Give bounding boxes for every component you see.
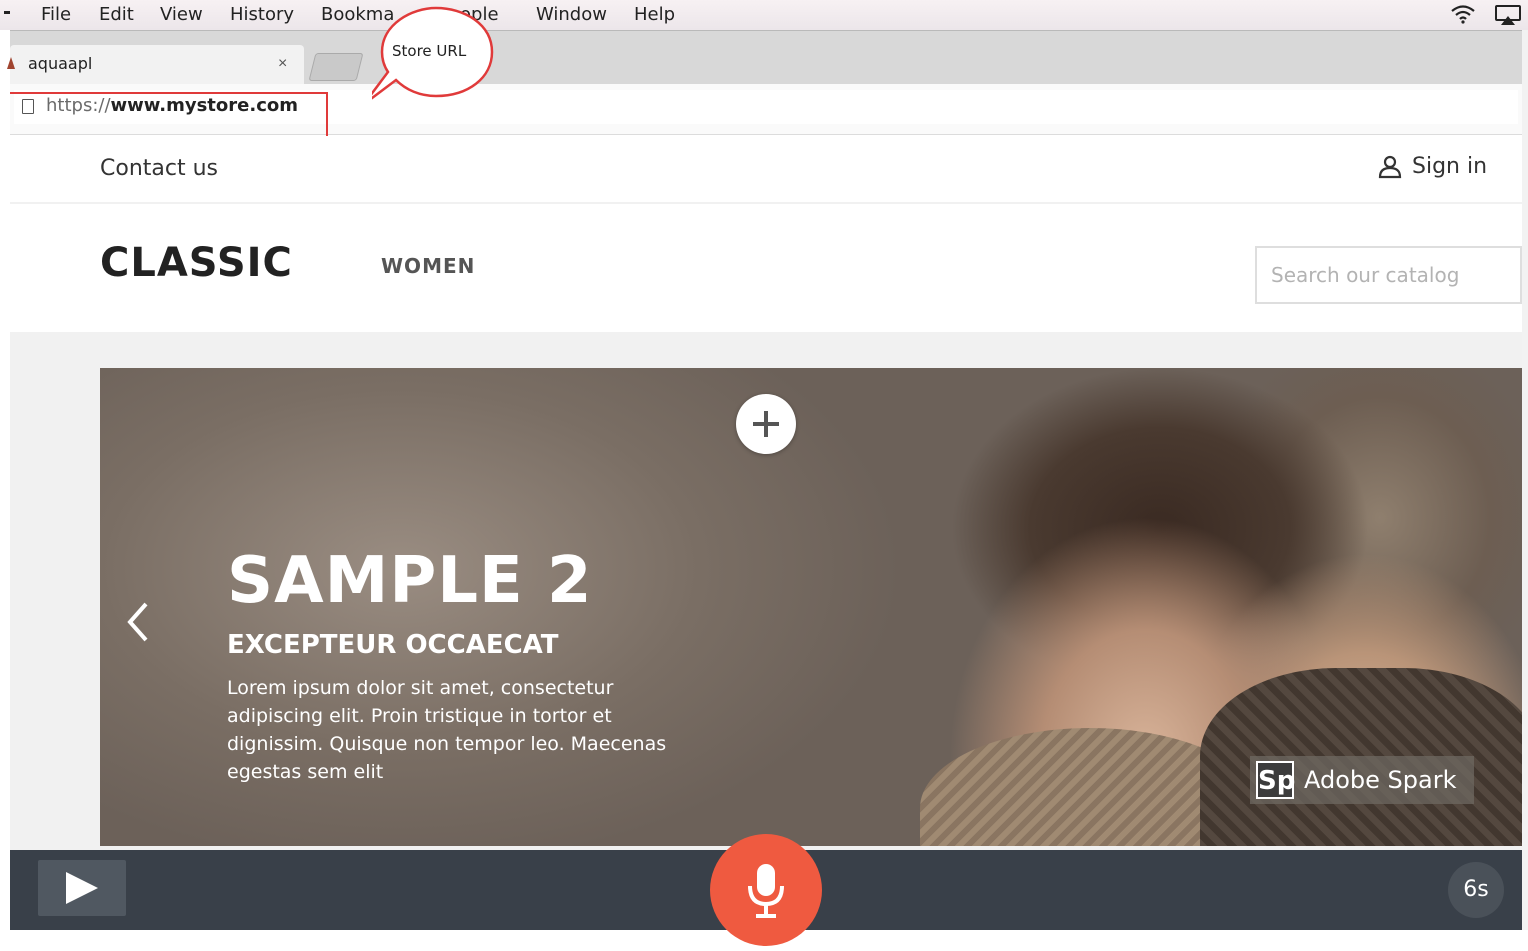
- menu-item-edit[interactable]: Edit: [99, 4, 134, 25]
- play-button[interactable]: [38, 860, 126, 916]
- adobe-spark-watermark: Sp Adobe Spark: [1250, 756, 1474, 804]
- tab-close-icon[interactable]: ×: [278, 55, 287, 73]
- microphone-icon: [748, 864, 784, 918]
- microphone-button[interactable]: [710, 834, 822, 946]
- slide-body-text: Lorem ipsum dolor sit amet, consectetur …: [227, 677, 667, 783]
- tab-active[interactable]: aquaapl ×: [7, 45, 304, 85]
- timer-badge: 6s: [1448, 862, 1504, 918]
- play-icon: [66, 872, 98, 904]
- left-margin: [0, 30, 10, 930]
- right-margin: [1522, 30, 1528, 930]
- nav-women[interactable]: WOMEN: [381, 254, 475, 278]
- favicon-icon: [6, 56, 16, 70]
- tab-title: aquaapl: [28, 54, 93, 73]
- wifi-icon[interactable]: [1450, 4, 1476, 29]
- menu-item-history[interactable]: History: [230, 4, 294, 25]
- menu-item-window[interactable]: Window: [536, 4, 607, 25]
- sign-in-link[interactable]: Sign in: [1378, 154, 1487, 179]
- contact-us-link[interactable]: Contact us: [100, 156, 218, 181]
- tab-strip: aquaapl ×: [7, 30, 1522, 85]
- slide-subtitle: EXCEPTEUR OCCAECAT: [227, 630, 559, 660]
- airplay-icon[interactable]: [1494, 4, 1522, 31]
- menu-item-file[interactable]: File: [41, 4, 71, 25]
- menu-item-help[interactable]: Help: [634, 4, 675, 25]
- search-input[interactable]: [1255, 246, 1522, 304]
- menu-item-view[interactable]: View: [160, 4, 203, 25]
- adobe-spark-text: Adobe Spark: [1304, 766, 1457, 794]
- plus-icon[interactable]: [736, 394, 796, 454]
- adobe-spark-logo: Sp: [1256, 761, 1295, 799]
- store-logo[interactable]: CLASSIC: [100, 240, 293, 286]
- url-highlight-box: [10, 92, 328, 140]
- slide-title: SAMPLE 2: [227, 544, 593, 618]
- top-nav-bar: [10, 136, 1506, 202]
- menu-bar: File Edit View History Bookma ople Windo…: [0, 0, 1528, 30]
- new-tab-button[interactable]: [308, 53, 364, 81]
- chevron-left-icon[interactable]: [122, 600, 152, 644]
- menu-item-apple-fragment[interactable]: [4, 4, 12, 25]
- user-icon: [1378, 155, 1402, 178]
- sign-in-label: Sign in: [1412, 154, 1488, 179]
- callout-label: Store URL: [392, 42, 467, 60]
